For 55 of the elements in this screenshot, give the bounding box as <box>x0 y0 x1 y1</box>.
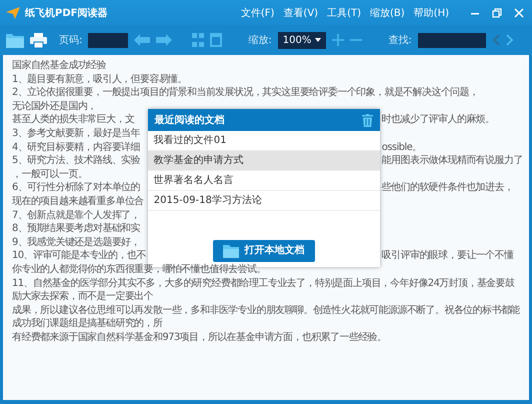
chevron-right-icon[interactable] <box>506 34 514 46</box>
document-text-line: 你专业的人都觉得你的东西很重要，哪怕不懂也值得去尝试。 <box>12 262 267 276</box>
document-text-line: 甚至人类的损失非常巨大，文 <box>12 114 134 126</box>
document-text-line: ，一般可以一页。 <box>12 168 88 180</box>
document-text-line: 能用图表示做体现精而有说服力了 <box>382 155 523 166</box>
document-text-line: 时也减少了评审人的麻烦。 <box>382 114 495 126</box>
menu-item[interactable]: 帮助(H) <box>414 6 449 20</box>
document-text-line: 1、题目要有新意，吸引人，但要容易懂。 <box>12 72 188 86</box>
fit-page-icon[interactable] <box>192 33 204 47</box>
close-icon[interactable] <box>514 8 524 18</box>
document-text-line: 国家自然基金成功经验 <box>12 59 108 73</box>
document-text-line: 成果，所以建议各位思维可以再发散一些，多和非医学专业的朋友聊聊。创造性火花就可能源源不断了。祝各位的标书都能成功我们课题组是搞基础研究的，所 <box>12 304 520 331</box>
document-text-line: 3、参考文献要新，最好是当年 <box>12 128 140 139</box>
document-text-line: 有经费都来源于国家自然科学基金和973项目，所以在基金申请方面，也积累了一些经验。 <box>12 330 388 344</box>
zoom-dropdown[interactable]: 100% <box>278 32 326 48</box>
page-label: 页码: <box>59 34 82 47</box>
menu-item[interactable]: 查看(V) <box>283 6 318 20</box>
page-number-field[interactable] <box>88 32 128 48</box>
document-text-line: 9、我感觉关键还是选题要好， <box>12 236 140 248</box>
folder-icon <box>222 244 239 258</box>
recent-document-item[interactable]: 2015-09-18学习方法论 <box>148 191 380 212</box>
recent-document-item[interactable]: 教学基金的申请方式 <box>148 151 380 172</box>
caret-icon <box>315 38 322 42</box>
open-local-file-button[interactable]: 打开本地文档 <box>212 240 315 262</box>
paper-plane-icon <box>6 6 20 18</box>
find-label: 查找: <box>388 34 412 47</box>
folder-icon[interactable] <box>6 32 24 48</box>
find-field[interactable] <box>418 32 486 48</box>
plus-icon[interactable] <box>332 34 344 46</box>
document-text-line: 11、自然基金的医学部分其实不多，大多的研究经费都给理工专业去了，特别是面上项目，今年好像24万封顶，基金要鼓励大家去探索，而不是一定要出个 <box>12 276 516 304</box>
recent-document-item[interactable]: 世界著名名人名言 <box>148 171 380 192</box>
document-text-line: 7、创新点就是靠个人发挥了， <box>12 210 140 221</box>
menu-item[interactable]: 缩放(B) <box>370 6 405 20</box>
document-text-line: 吸引评审的眼球，要让一个不懂 <box>382 250 514 262</box>
document-text-line: 无论国外还是国内， <box>12 100 98 114</box>
document-text-line: 6、可行性分析除了对本单位的 <box>12 182 140 194</box>
restore-icon[interactable] <box>492 8 502 18</box>
panel-title: 最近阅读的文档 <box>154 114 225 128</box>
document-text-line: 些他们的软硬件条件也加进去， <box>382 182 514 194</box>
document-text-line: ossible。 <box>382 142 422 153</box>
menu-item[interactable]: 文件(F) <box>240 6 274 20</box>
document-text-line: 10、评审可能是本专业的，也不 <box>12 250 146 262</box>
document-text-line: 2、立论依据很重要，一般提出项目的背景和当前发展状况，其实这里要给评委一个印象，就是不解决这个问题， <box>12 86 480 100</box>
page-icon[interactable] <box>210 33 222 47</box>
document-text-line: 现在的项目越来越看重多单位合 <box>12 196 144 207</box>
left-arrow-icon[interactable] <box>134 34 150 46</box>
zoom-label: 缩放: <box>248 34 272 47</box>
menu-item[interactable]: 工具(T) <box>327 6 361 20</box>
document-text-line: 8、预期结果要考虑对基础和实 <box>12 223 140 234</box>
window-title: 纸飞机PDF阅读器 <box>25 6 108 20</box>
document-text-line: 5、研究方法、技术路线、实验 <box>12 155 140 166</box>
document-text-line: 4、研究目标要精，内容要详细 <box>12 142 140 153</box>
trash-icon[interactable] <box>362 114 373 127</box>
right-arrow-icon[interactable] <box>156 34 172 46</box>
printer-icon[interactable] <box>30 32 47 48</box>
